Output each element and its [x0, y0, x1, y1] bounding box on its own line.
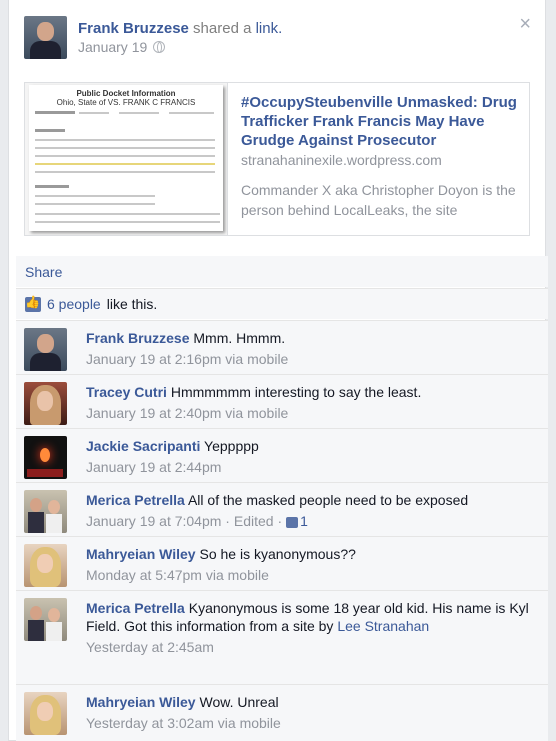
close-icon[interactable]: ×	[519, 14, 531, 34]
comment-item: Merica Petrella All of the masked people…	[16, 482, 548, 536]
comment-text: Yeppppp	[200, 438, 259, 454]
post-meta: Frank Bruzzese shared a link. January 19	[78, 20, 282, 55]
comment-meta[interactable]: January 19 at 2:16pm via mobile	[86, 350, 536, 368]
comment-item: Tracey Cutri Hmmmmmm interesting to say …	[16, 374, 548, 428]
author-name[interactable]: Frank Bruzzese	[78, 20, 189, 37]
link-title[interactable]: #OccupySteubenville Unmasked: Drug Traff…	[241, 93, 521, 150]
avatar[interactable]	[24, 598, 67, 641]
globe-icon	[153, 41, 166, 53]
link-description: Commander X aka Christopher Doyon is the…	[241, 182, 516, 218]
avatar[interactable]	[24, 692, 67, 735]
comment-meta[interactable]: January 19 at 7:04pm · Edited ·	[86, 513, 282, 529]
avatar[interactable]	[24, 16, 67, 59]
action-link[interactable]: link.	[256, 20, 283, 37]
avatar[interactable]	[24, 328, 67, 371]
commenter-name[interactable]: Frank Bruzzese	[86, 330, 189, 346]
shared-link-preview[interactable]: Public Docket Information Ohio, State of …	[24, 82, 530, 236]
comment-text: Hmmmmmm interesting to say the least.	[166, 384, 422, 400]
commenter-name[interactable]: Merica Petrella	[86, 600, 185, 616]
doc-title: Public Docket Information Ohio, State of …	[56, 89, 196, 107]
comment-meta[interactable]: Yesterday at 2:45am	[86, 638, 536, 656]
avatar[interactable]	[24, 544, 67, 587]
post-card: × Frank Bruzzese shared a link. January …	[8, 0, 548, 741]
comment-link[interactable]: Lee Stranahan	[337, 618, 429, 634]
comment-meta[interactable]: Yesterday at 3:02am via mobile	[86, 714, 536, 732]
comment-text: All of the masked people need to be expo…	[184, 492, 469, 508]
comment-item: Merica Petrella Kyanonymous is some 18 y…	[16, 590, 548, 684]
like-icon	[25, 295, 41, 312]
commenter-name[interactable]: Jackie Sacripanti	[86, 438, 200, 454]
commenter-name[interactable]: Tracey Cutri	[86, 384, 167, 400]
link-thumbnail[interactable]: Public Docket Information Ohio, State of …	[25, 83, 228, 235]
comment-item: Mahryeian Wiley So he is kyanonymous?? M…	[16, 536, 548, 590]
link-domain: stranahaninexile.wordpress.com	[241, 152, 442, 168]
avatar[interactable]	[24, 490, 67, 533]
comment-text: So he is kyanonymous??	[195, 546, 356, 562]
action-bar	[16, 256, 548, 287]
comment-text: Wow. Unreal	[195, 694, 279, 710]
comment-item: Frank Bruzzese Mmm. Hmmm. January 19 at …	[16, 320, 548, 374]
action-text: shared a	[188, 20, 256, 37]
likes-suffix: like this.	[106, 296, 158, 312]
commenter-name[interactable]: Merica Petrella	[86, 492, 185, 508]
post-time[interactable]: January 19	[78, 39, 147, 55]
commenter-name[interactable]: Mahryeian Wiley	[86, 546, 196, 562]
comment-meta[interactable]: January 19 at 2:44pm	[86, 458, 536, 476]
avatar[interactable]	[24, 382, 67, 425]
comment-item: Jackie Sacripanti Yeppppp January 19 at …	[16, 428, 548, 482]
like-icon	[286, 516, 299, 528]
share-button[interactable]: Share	[25, 264, 62, 280]
likes-count-link[interactable]: 6 people	[47, 296, 101, 312]
avatar[interactable]	[24, 436, 67, 479]
comment-like-count[interactable]: 1	[300, 513, 308, 529]
comment-text: Mmm. Hmmm.	[189, 330, 286, 346]
commenter-name[interactable]: Mahryeian Wiley	[86, 694, 196, 710]
comment-item: Mahryeian Wiley Wow. Unreal Yesterday at…	[16, 684, 548, 741]
comment-meta[interactable]: January 19 at 2:40pm via mobile	[86, 404, 536, 422]
likes-summary: 6 people like this.	[25, 295, 158, 312]
comment-meta[interactable]: Monday at 5:47pm via mobile	[86, 566, 536, 584]
